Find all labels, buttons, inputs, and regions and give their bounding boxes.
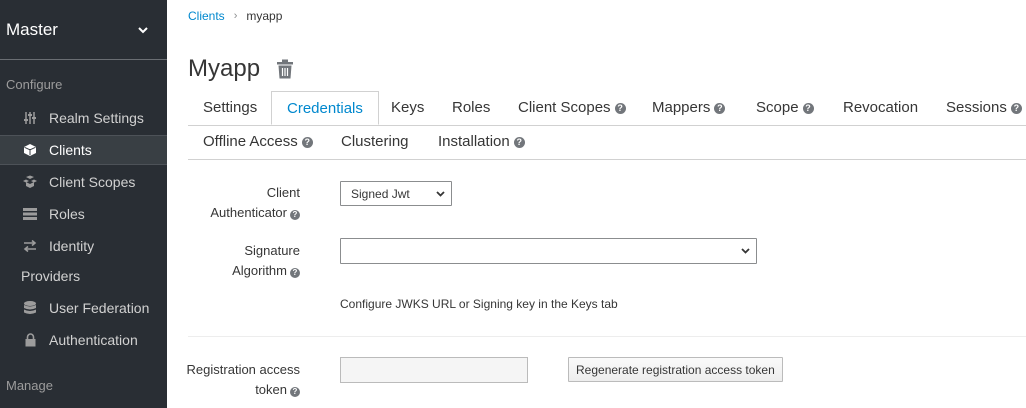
label-line: Authenticator: [210, 205, 287, 220]
sidebar-item-realm-settings[interactable]: Realm Settings: [0, 103, 167, 133]
sidebar-item-label: Client Scopes: [49, 174, 136, 190]
signature-algorithm-label: Signature Algorithm?: [167, 241, 300, 281]
sidebar-item-roles[interactable]: Roles: [0, 199, 167, 229]
breadcrumb-current: myapp: [246, 9, 283, 23]
tab-label: Credentials: [287, 100, 363, 117]
tab-label: Mappers: [652, 99, 711, 116]
tab-credentials[interactable]: Credentials: [271, 91, 379, 125]
label-line: token: [255, 382, 287, 397]
tab-client-scopes[interactable]: Client Scopes?: [503, 91, 641, 125]
registration-token-input[interactable]: [340, 357, 528, 383]
cubes-icon: [21, 173, 39, 191]
tab-scope[interactable]: Scope?: [741, 91, 829, 125]
page-title-row: Myapp: [188, 55, 294, 83]
tab-roles[interactable]: Roles: [437, 91, 505, 125]
tab-revocation[interactable]: Revocation: [828, 91, 933, 125]
select-value: Signed Jwt: [351, 186, 410, 201]
sidebar-item-clients[interactable]: Clients: [0, 135, 167, 165]
question-circle-icon[interactable]: ?: [290, 387, 300, 397]
lock-icon: [21, 331, 39, 349]
question-circle-icon[interactable]: ?: [714, 103, 726, 114]
trash-icon[interactable]: [276, 59, 294, 79]
chevron-down-icon: [741, 248, 750, 254]
registration-token-label: Registration access token?: [167, 360, 300, 400]
chevron-down-icon: [138, 26, 148, 33]
tab-keys[interactable]: Keys: [376, 91, 439, 125]
tab-offline-access[interactable]: Offline Access?: [188, 125, 328, 159]
question-circle-icon[interactable]: ?: [802, 103, 814, 114]
question-circle-icon[interactable]: ?: [290, 268, 300, 278]
sidebar-item-label: Identity: [49, 238, 95, 254]
tab-label: Clustering: [341, 133, 409, 150]
list-icon: [21, 205, 39, 223]
question-circle-icon[interactable]: ?: [1010, 103, 1022, 114]
chevron-right-icon: ›: [233, 10, 238, 22]
page-title: Myapp: [188, 55, 261, 82]
tab-installation[interactable]: Installation?: [423, 125, 540, 159]
tab-label: Keys: [391, 99, 425, 116]
realm-name: Master: [6, 19, 58, 39]
signature-algorithm-select[interactable]: [340, 238, 757, 264]
client-authenticator-label: Client Authenticator?: [167, 183, 300, 223]
manage-section-label: Manage: [6, 378, 53, 393]
sidebar-item-label: Clients: [49, 142, 92, 158]
tab-label: Installation: [438, 133, 510, 150]
keys-help-text: Configure JWKS URL or Signing key in the…: [340, 297, 618, 311]
client-authenticator-select[interactable]: Signed Jwt: [340, 181, 452, 206]
tab-sessions[interactable]: Sessions?: [931, 91, 1026, 125]
sidebar-item-label: Authentication: [49, 332, 138, 348]
database-icon: [21, 299, 39, 317]
chevron-down-icon: [436, 190, 445, 197]
tab-mappers[interactable]: Mappers?: [637, 91, 740, 125]
sidebar-item-label: Roles: [49, 206, 85, 222]
section-divider: [188, 336, 1026, 337]
sidebar-item-identity-providers[interactable]: Identity: [0, 231, 167, 261]
question-circle-icon[interactable]: ?: [614, 103, 626, 114]
question-circle-icon[interactable]: ?: [290, 210, 300, 220]
breadcrumb: Clients › myapp: [188, 9, 282, 23]
tabs-bottom-border: [188, 159, 1026, 160]
regenerate-token-button[interactable]: Regenerate registration access token: [568, 357, 783, 382]
realm-selector[interactable]: Master: [0, 0, 167, 60]
label-line: Registration access: [186, 362, 300, 377]
cube-icon: [21, 141, 39, 159]
exchange-icon: [21, 237, 39, 255]
tab-label: Roles: [452, 99, 491, 116]
sidebar: Master Configure Realm Settings Clients …: [0, 0, 167, 408]
sidebar-item-user-federation[interactable]: User Federation: [0, 293, 167, 323]
tab-label: Revocation: [843, 99, 919, 116]
tab-settings[interactable]: Settings: [188, 91, 272, 125]
tab-label: Client Scopes: [518, 99, 611, 116]
label-line: Algorithm: [232, 263, 287, 278]
main-content: Clients › myapp Myapp Settings Credentia…: [167, 0, 1026, 408]
sidebar-item-label-continued: Providers: [21, 268, 81, 284]
tab-label: Settings: [203, 99, 258, 116]
label-line: Signature: [244, 243, 300, 258]
sidebar-item-label: User Federation: [49, 300, 150, 316]
question-circle-icon[interactable]: ?: [513, 137, 525, 148]
breadcrumb-clients-link[interactable]: Clients: [188, 9, 225, 23]
question-circle-icon[interactable]: ?: [301, 137, 313, 148]
label-line: Client: [266, 185, 300, 200]
tab-label: Sessions: [946, 99, 1007, 116]
tab-label: Scope: [756, 99, 799, 116]
configure-section-label: Configure: [6, 77, 63, 92]
tab-clustering[interactable]: Clustering: [326, 125, 424, 159]
tab-label: Offline Access: [203, 133, 298, 150]
sidebar-item-label: Realm Settings: [49, 110, 144, 126]
sidebar-item-client-scopes[interactable]: Client Scopes: [0, 167, 167, 197]
sidebar-item-authentication[interactable]: Authentication: [0, 325, 167, 355]
sliders-icon: [21, 109, 39, 127]
